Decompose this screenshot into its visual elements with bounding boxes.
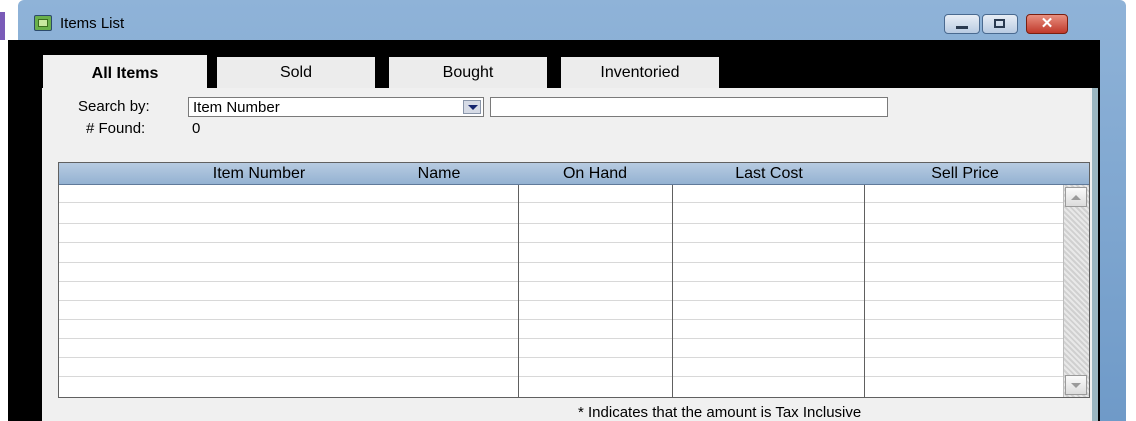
tab-bought[interactable]: Bought — [388, 56, 557, 89]
row-divider — [59, 338, 1063, 339]
table-header: Item Number Name On Hand Last Cost Sell … — [59, 163, 1089, 185]
found-count-label: # Found: — [86, 120, 146, 137]
column-divider — [518, 185, 519, 397]
row-divider — [59, 223, 1063, 224]
column-divider — [864, 185, 865, 397]
column-header-name[interactable]: Name — [379, 163, 499, 184]
tab-inventoried[interactable]: Inventoried — [560, 56, 729, 89]
search-by-value: Item Number — [193, 99, 280, 116]
row-divider — [59, 319, 1063, 320]
dropdown-arrow-icon[interactable] — [463, 100, 481, 114]
search-by-label: Search by: — [78, 98, 150, 115]
window-title: Items List — [60, 15, 125, 32]
close-button[interactable]: ✕ — [1026, 14, 1068, 34]
items-table: Item Number Name On Hand Last Cost Sell … — [58, 162, 1090, 398]
minimize-button[interactable] — [944, 14, 980, 34]
column-header-sell-price[interactable]: Sell Price — [865, 163, 1065, 184]
scroll-down-button[interactable] — [1065, 375, 1087, 395]
found-count-value: 0 — [192, 120, 201, 137]
tab-label: Sold — [279, 64, 313, 81]
column-header-last-cost[interactable]: Last Cost — [673, 163, 865, 184]
tab-all-items[interactable]: All Items — [42, 54, 217, 92]
close-icon: ✕ — [1040, 15, 1054, 32]
maximize-icon — [994, 19, 1005, 28]
items-list-icon — [34, 15, 52, 31]
row-divider — [59, 281, 1063, 282]
search-by-dropdown[interactable]: Item Number — [188, 97, 484, 117]
row-divider — [59, 376, 1063, 377]
row-divider — [59, 202, 1063, 203]
row-divider — [59, 262, 1063, 263]
vertical-scrollbar[interactable] — [1063, 185, 1089, 397]
tab-sold[interactable]: Sold — [216, 56, 385, 89]
column-divider — [672, 185, 673, 397]
minimize-icon — [956, 26, 968, 29]
title-bar[interactable]: Items List ✕ — [18, 0, 1126, 40]
tax-inclusive-footnote: * Indicates that the amount is Tax Inclu… — [578, 404, 862, 421]
desktop-decoration — [0, 12, 5, 40]
tab-label: Inventoried — [600, 64, 680, 81]
tab-label: All Items — [91, 65, 159, 82]
arrow-up-icon — [1071, 195, 1081, 200]
column-header-on-hand[interactable]: On Hand — [519, 163, 671, 184]
tab-label: Bought — [442, 64, 494, 81]
search-input[interactable] — [490, 97, 888, 117]
maximize-button[interactable] — [982, 14, 1018, 34]
row-divider — [59, 242, 1063, 243]
scroll-up-button[interactable] — [1065, 187, 1087, 207]
row-divider — [59, 357, 1063, 358]
arrow-down-icon — [1071, 383, 1081, 388]
row-divider — [59, 300, 1063, 301]
table-body[interactable] — [59, 185, 1063, 397]
